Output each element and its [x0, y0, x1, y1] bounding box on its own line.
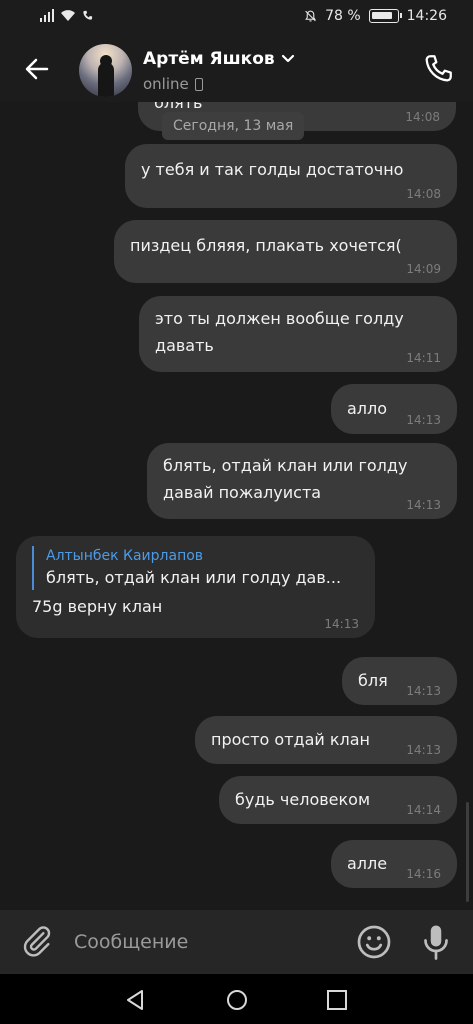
reply-quote[interactable]: Алтынбек Каирлапов блять, отдай клан или…: [32, 546, 359, 590]
status-right: 78 % 14:26: [304, 8, 447, 24]
avatar[interactable]: [79, 44, 132, 97]
battery-percent: 78 %: [325, 8, 361, 24]
message-bubble[interactable]: алле 14:16: [331, 840, 457, 888]
nav-home-icon[interactable]: [225, 988, 249, 1012]
message-time: 14:09: [406, 262, 441, 276]
signal-icon: [40, 9, 54, 22]
message-text: пиздец бляяя, плакать хочется(: [130, 236, 402, 255]
back-arrow-icon[interactable]: [20, 52, 54, 86]
reply-text: блять, отдай клан или голду дав...: [46, 568, 342, 587]
message-time: 14:13: [324, 617, 359, 631]
message-bubble[interactable]: это ты должен вообще голду давать 14:11: [139, 296, 457, 372]
message-bubble[interactable]: бля 14:13: [342, 657, 457, 705]
phone-icon[interactable]: [421, 52, 455, 86]
message-text: у тебя и так голды достаточно: [141, 160, 404, 179]
call-status-icon: [83, 10, 93, 20]
chevron-down-icon: [281, 54, 294, 63]
emoji-icon[interactable]: [356, 924, 392, 960]
message-time: 14:11: [406, 351, 441, 365]
message-time: 14:13: [406, 413, 441, 427]
status-time: 14:26: [406, 8, 447, 24]
nav-back-icon[interactable]: [124, 988, 148, 1012]
message-bubble[interactable]: у тебя и так голды достаточно 14:08: [125, 144, 457, 208]
message-bubble[interactable]: будь человеком 14:14: [219, 776, 457, 824]
status-left: [40, 9, 93, 22]
contact-name-text: Артём Яшков: [143, 49, 275, 69]
contact-status-text: online: [143, 75, 189, 93]
mute-icon: [305, 10, 316, 22]
message-time: 14:13: [406, 498, 441, 512]
contact-status: online: [143, 75, 203, 93]
reply-author: Алтынбек Каирлапов: [46, 548, 204, 564]
chat-header: Артём Яшков online: [0, 36, 473, 102]
message-time: 14:13: [406, 684, 441, 698]
mobile-device-icon: [194, 77, 203, 91]
microphone-icon[interactable]: [418, 922, 454, 962]
message-list[interactable]: блять 14:08 Сегодня, 13 мая у тебя и так…: [0, 102, 473, 910]
message-time: 14:08: [405, 110, 440, 124]
nav-recent-icon[interactable]: [325, 988, 349, 1012]
message-composer: [0, 910, 473, 974]
avatar-silhouette: [98, 62, 114, 97]
message-time: 14:08: [406, 187, 441, 201]
message-bubble[interactable]: алло 14:13: [331, 384, 457, 434]
message-bubble[interactable]: пиздец бляяя, плакать хочется( 14:09: [114, 220, 457, 283]
contact-name[interactable]: Артём Яшков: [143, 49, 295, 69]
message-time: 14:13: [406, 743, 441, 757]
wifi-icon: [61, 10, 75, 21]
system-nav-bar: [0, 974, 473, 1024]
scrollbar[interactable]: [466, 802, 469, 902]
message-input[interactable]: [74, 924, 334, 960]
message-text: 75g верну клан: [32, 597, 163, 616]
message-text: это ты должен вообще голду давать: [155, 309, 404, 355]
battery-icon: [368, 9, 402, 23]
attach-icon[interactable]: [20, 924, 54, 958]
message-bubble[interactable]: блять, отдай клан или голду давай пожалу…: [147, 443, 457, 519]
message-bubble-incoming[interactable]: Алтынбек Каирлапов блять, отдай клан или…: [16, 536, 375, 638]
message-bubble[interactable]: просто отдай клан 14:13: [195, 716, 457, 764]
message-text: блять, отдай клан или голду давай пожалу…: [163, 456, 408, 502]
message-time: 14:14: [406, 803, 441, 817]
message-time: 14:16: [406, 867, 441, 881]
status-bar: 78 % 14:26: [0, 0, 473, 36]
date-chip: Сегодня, 13 мая: [162, 112, 305, 140]
